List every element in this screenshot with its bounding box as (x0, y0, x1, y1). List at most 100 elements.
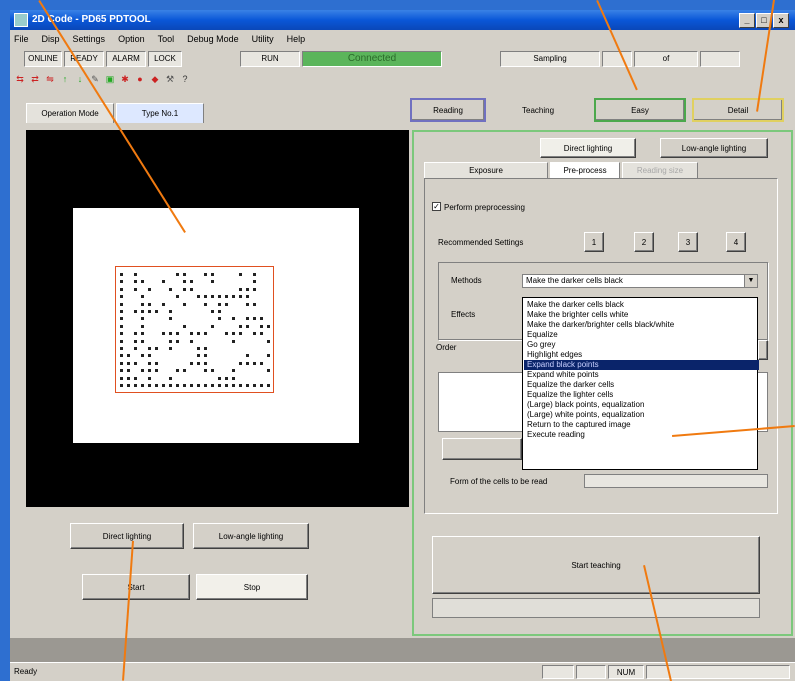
menu-file[interactable]: File (14, 34, 29, 44)
tab-reading-size[interactable]: Reading size (622, 162, 698, 178)
code-cell (155, 310, 158, 313)
tab-type-no1[interactable]: Type No.1 (116, 103, 204, 123)
record-icon[interactable]: ● (134, 73, 146, 85)
menu-tool[interactable]: Tool (158, 34, 175, 44)
code-cell (260, 317, 263, 321)
methods-option-6-selected[interactable]: Expand black points (524, 360, 759, 370)
code-cell (211, 273, 214, 276)
minimize-button[interactable]: _ (739, 13, 755, 28)
sampling-label: Sampling (500, 51, 600, 67)
methods-option-12[interactable]: Return to the captured image (527, 420, 631, 430)
code-cell (246, 287, 249, 291)
code-cell (120, 347, 123, 350)
sampling-value-field (602, 51, 632, 67)
low-angle-lighting-tab[interactable]: Low-angle lighting (660, 138, 768, 158)
code-cell (183, 324, 186, 328)
menu-disp[interactable]: Disp (42, 34, 60, 44)
code-cell (169, 287, 172, 291)
methods-option-3[interactable]: Equalize (527, 330, 558, 340)
start-teaching-button[interactable]: Start teaching (432, 536, 760, 594)
monitor-icon[interactable]: ◆ (149, 73, 161, 85)
methods-option-1[interactable]: Make the brighter cells white (527, 310, 628, 320)
code-cell (141, 332, 144, 336)
code-cell (190, 332, 193, 336)
chevron-down-icon[interactable]: ▼ (744, 275, 757, 287)
tab-preprocess[interactable]: Pre-process (550, 162, 620, 178)
code-cell (141, 369, 144, 373)
detail-button[interactable]: Detail (692, 98, 784, 122)
code-cell (127, 384, 130, 387)
methods-option-7[interactable]: Expand white points (527, 370, 599, 380)
transfer-icon[interactable]: ⇋ (44, 73, 56, 85)
low-angle-lighting-button[interactable]: Low-angle lighting (193, 523, 309, 549)
code-cell (260, 361, 263, 365)
methods-option-8[interactable]: Equalize the darker cells (527, 380, 614, 390)
methods-option-5[interactable]: Highlight edges (527, 350, 582, 360)
close-button[interactable]: x (773, 13, 789, 28)
menu-utility[interactable]: Utility (252, 34, 274, 44)
easy-button[interactable]: Easy (594, 98, 686, 122)
code-cell (239, 295, 242, 299)
code-cell (134, 310, 137, 313)
code-cell (148, 369, 151, 373)
connect-icon[interactable]: ⇆ (14, 73, 26, 85)
methods-option-2[interactable]: Make the darker/brighter cells black/whi… (527, 320, 674, 330)
code-cell (190, 280, 193, 284)
perform-preprocessing-checkbox[interactable]: ✓ (432, 202, 441, 211)
methods-label: Methods (451, 276, 482, 285)
menu-option[interactable]: Option (118, 34, 145, 44)
methods-dropdown[interactable]: Make the darker cells black Make the bri… (522, 297, 759, 470)
preset-4-button[interactable]: 4 (726, 232, 746, 252)
preset-1-button[interactable]: 1 (584, 232, 604, 252)
preset-3-button[interactable]: 3 (678, 232, 698, 252)
code-cell (267, 339, 270, 343)
upload-icon[interactable]: ↑ (59, 73, 71, 85)
code-cell (239, 287, 242, 291)
code-cell (176, 332, 179, 336)
direct-lighting-button[interactable]: Direct lighting (70, 523, 184, 549)
tab-operation-mode[interactable]: Operation Mode (26, 103, 114, 123)
methods-option-0[interactable]: Make the darker cells black (527, 300, 624, 310)
order-side-button[interactable] (758, 340, 768, 360)
methods-option-11[interactable]: (Large) white points, equalization (527, 410, 644, 420)
code-cell (190, 339, 193, 343)
code-cell (197, 347, 200, 350)
methods-select[interactable]: Make the darker cells black ▼ (522, 274, 758, 288)
code-cell (120, 376, 123, 380)
methods-option-10[interactable]: (Large) black points, equalization (527, 400, 644, 410)
tab-exposure[interactable]: Exposure (424, 162, 548, 178)
code-cell (169, 384, 172, 387)
menu-debug-mode[interactable]: Debug Mode (187, 34, 239, 44)
code-cell (197, 295, 200, 299)
stop-button[interactable]: Stop (196, 574, 308, 600)
title-bar[interactable]: 2D Code - PD65 PDTOOL (10, 10, 795, 30)
settings-icon[interactable]: ✱ (119, 73, 131, 85)
form-cells-field[interactable] (584, 474, 768, 488)
code-cell (141, 324, 144, 328)
ready-indicator: READY (64, 51, 104, 67)
disconnect-icon[interactable]: ⇄ (29, 73, 41, 85)
of-value-field (700, 51, 740, 67)
help-icon[interactable]: ? (179, 73, 191, 85)
order-action-button[interactable] (442, 438, 522, 460)
code-cell (232, 295, 235, 299)
methods-option-13[interactable]: Execute reading (527, 430, 585, 440)
image-icon[interactable]: ▣ (104, 73, 116, 85)
code-cell (120, 317, 123, 321)
preset-2-button[interactable]: 2 (634, 232, 654, 252)
code-cell (246, 295, 249, 299)
direct-lighting-tab[interactable]: Direct lighting (540, 138, 636, 158)
code-cell (267, 324, 270, 328)
code-cell (225, 295, 228, 299)
tool-icon[interactable]: ⚒ (164, 73, 176, 85)
menu-help[interactable]: Help (287, 34, 306, 44)
methods-option-9[interactable]: Equalize the lighter cells (527, 390, 613, 400)
code-cell (162, 384, 165, 387)
reading-button[interactable]: Reading (410, 98, 486, 122)
num-lock-indicator: NUM (608, 665, 644, 679)
menu-settings[interactable]: Settings (73, 34, 106, 44)
code-cell (162, 302, 165, 306)
code-cell (218, 295, 221, 299)
start-button[interactable]: Start (82, 574, 190, 600)
methods-option-4[interactable]: Go grey (527, 340, 555, 350)
